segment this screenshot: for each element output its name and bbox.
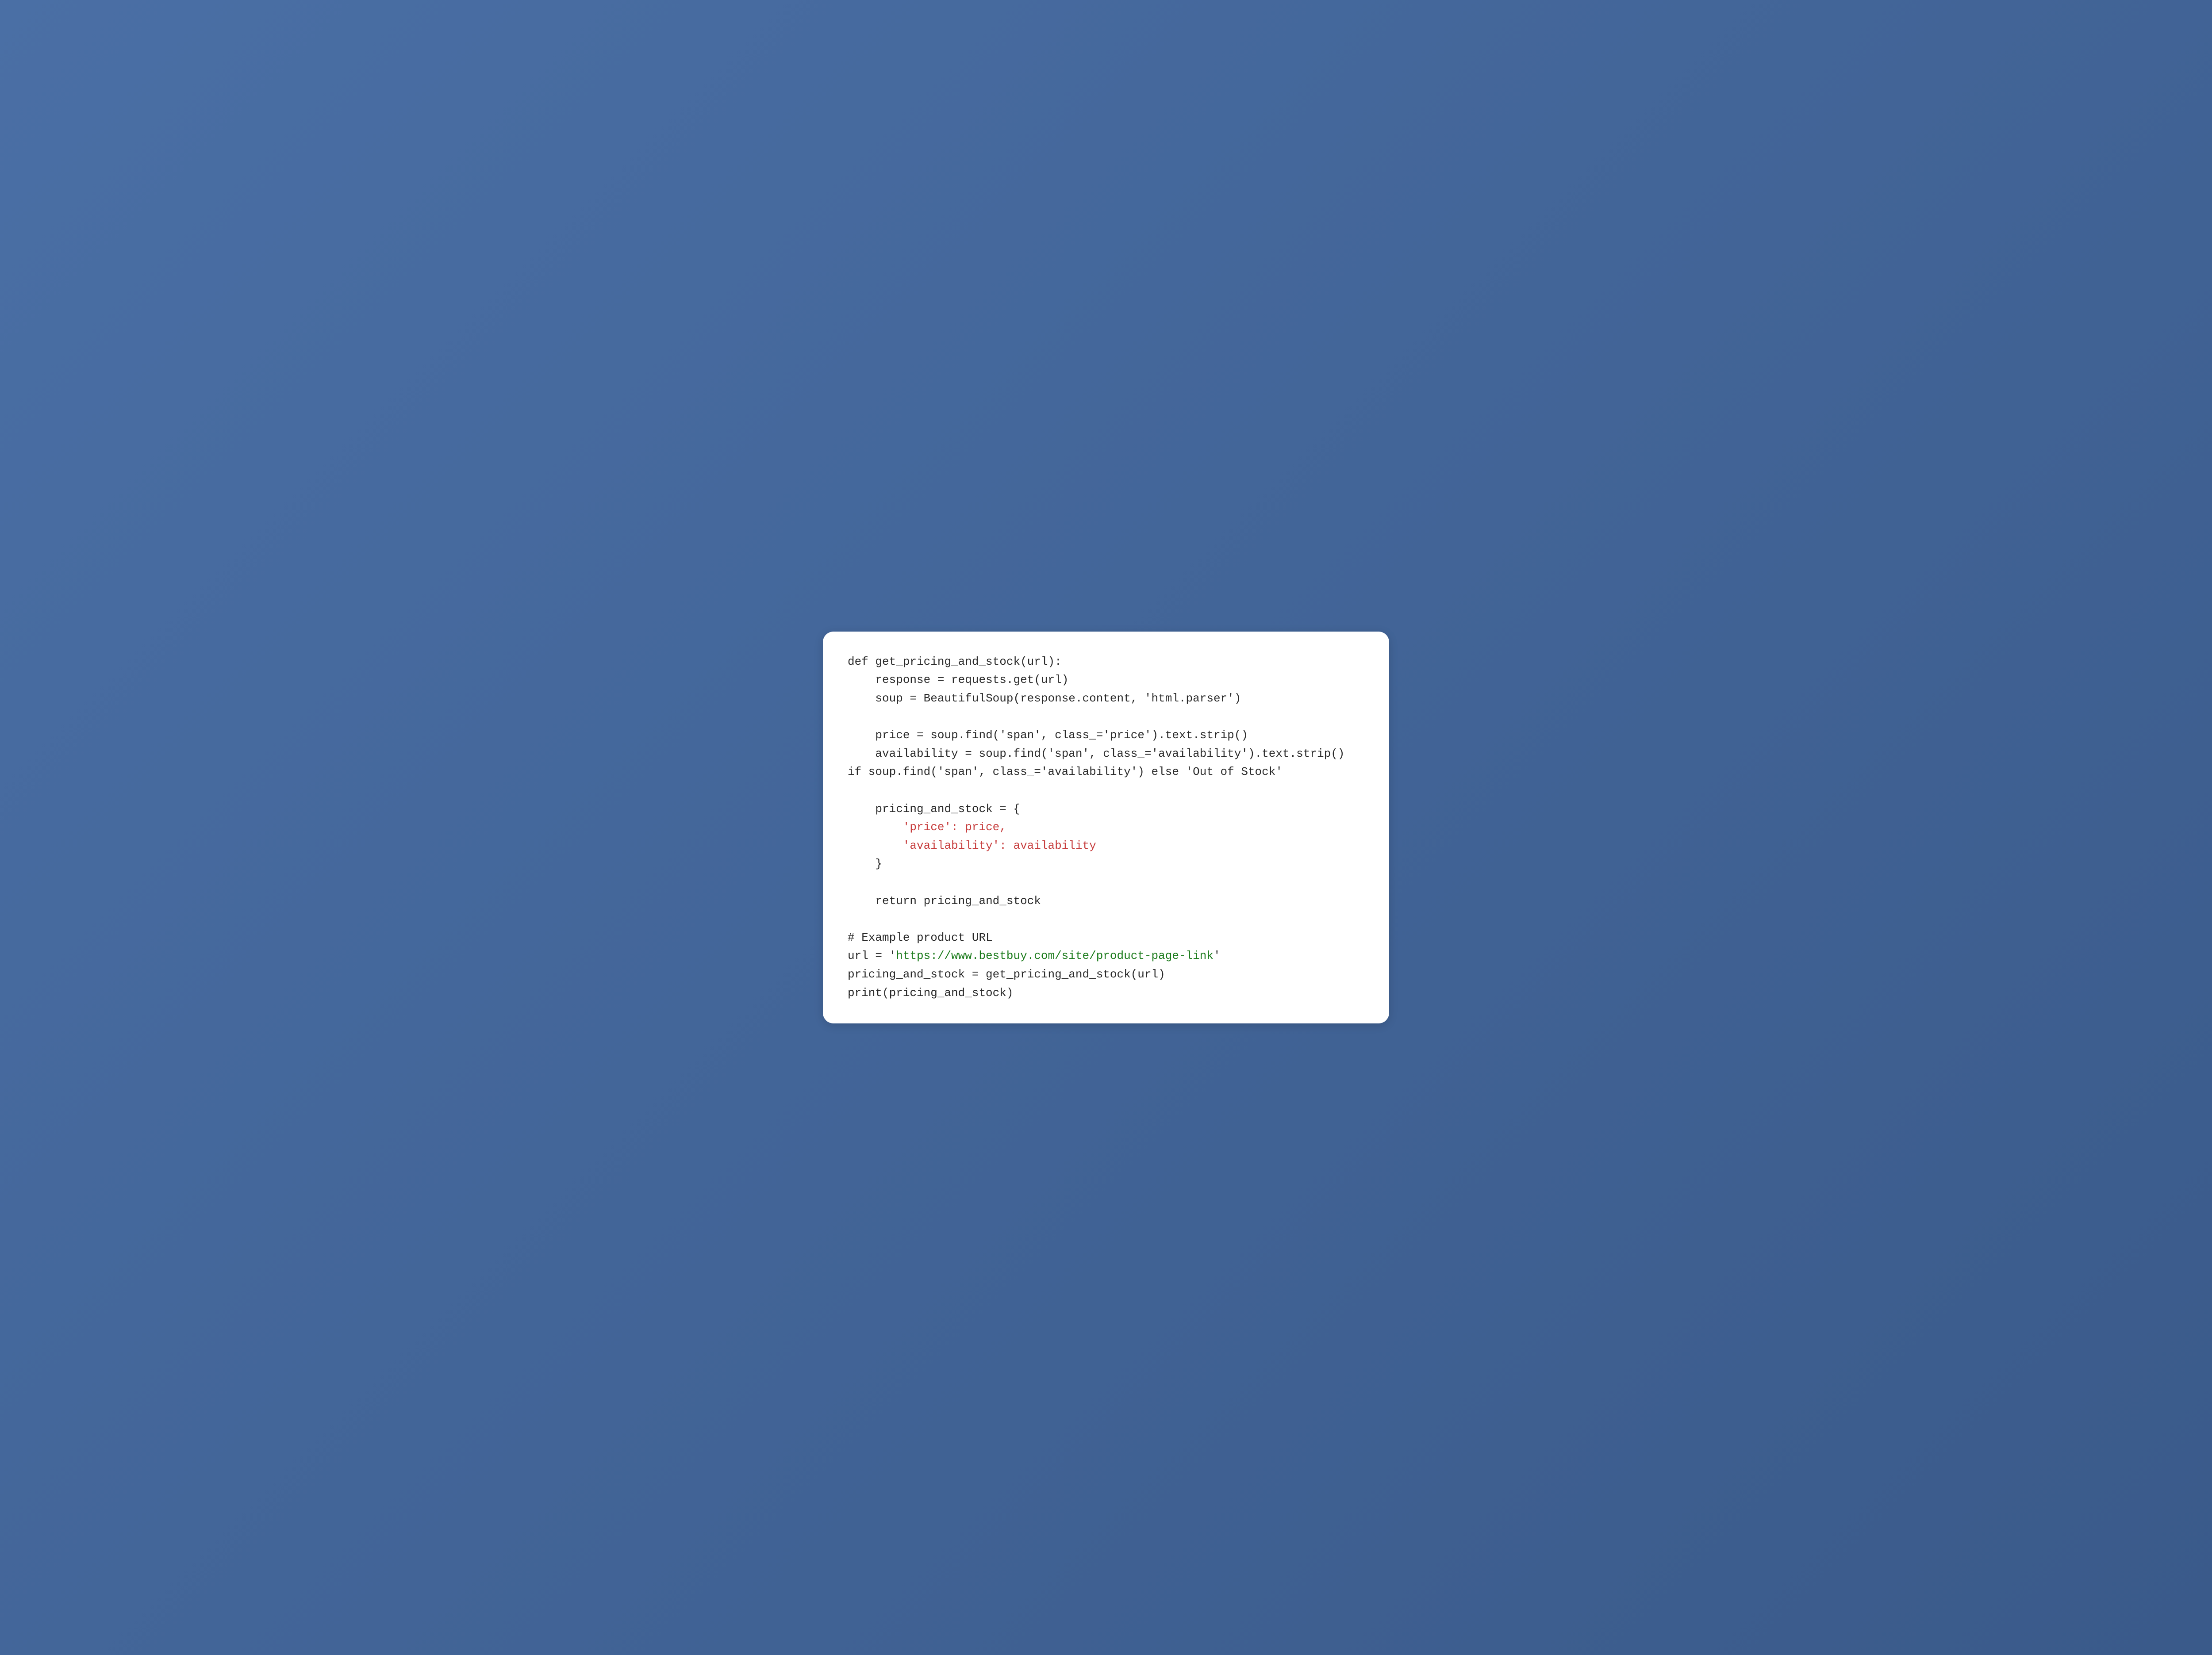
- code-token: availability = soup.find('span', class_=…: [848, 747, 1352, 779]
- code-token: }: [848, 857, 882, 870]
- code-token: # Example product URL: [848, 931, 993, 944]
- code-token: pricing_and_stock = get_pricing_and_stoc…: [848, 968, 1165, 981]
- code-token: [848, 839, 903, 852]
- code-token: pricing_and_stock = {: [848, 802, 1020, 816]
- code-token: ': [1214, 949, 1221, 962]
- code-token: url = ': [848, 949, 896, 962]
- code-token: https://www.bestbuy.com/site/product-pag…: [896, 949, 1214, 962]
- code-token: price = soup.find('span', class_='price'…: [848, 728, 1248, 742]
- code-token: 'price': price,: [903, 820, 1006, 834]
- code-token: print(pricing_and_stock): [848, 986, 1013, 1000]
- code-token: response = requests.get(url): [848, 673, 1068, 686]
- code-token: 'availability': availability: [903, 839, 1096, 852]
- code-container: def get_pricing_and_stock(url): response…: [823, 632, 1389, 1023]
- code-token: def get_pricing_and_stock(url):: [848, 655, 1062, 668]
- code-token: soup = BeautifulSoup(response.content, '…: [848, 692, 1241, 705]
- code-token: [848, 820, 903, 834]
- code-token: return pricing_and_stock: [848, 894, 1041, 908]
- code-block: def get_pricing_and_stock(url): response…: [848, 653, 1364, 1002]
